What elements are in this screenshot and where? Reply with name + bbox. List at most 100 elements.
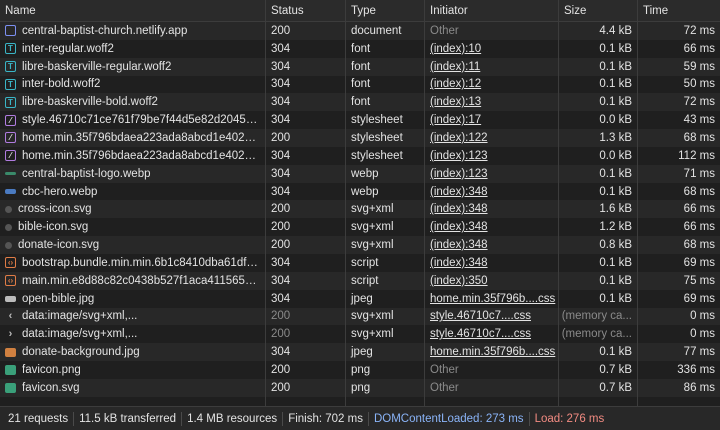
request-name-cell[interactable]: favicon.png bbox=[0, 361, 266, 379]
table-row[interactable]: open-bible.jpg 304 jpeg home.min.35f796b… bbox=[0, 289, 720, 308]
request-name-cell[interactable]: Tinter-regular.woff2 bbox=[0, 39, 266, 58]
request-name-cell[interactable]: central-baptist-church.netlify.app bbox=[0, 22, 266, 40]
request-size: 1.2 kB bbox=[559, 218, 638, 237]
favicon-icon bbox=[5, 364, 16, 375]
logo-image-icon bbox=[5, 172, 16, 176]
initiator-link[interactable]: (index):10 bbox=[430, 43, 481, 55]
request-type: font bbox=[346, 75, 425, 94]
request-type: png bbox=[346, 378, 425, 397]
jpeg-orange-icon bbox=[5, 347, 16, 357]
request-size: 0.1 kB bbox=[559, 57, 638, 76]
request-name-cell[interactable]: ⁄ home.min.35f796bdaea223ada8abcd1e402d2e… bbox=[0, 146, 266, 165]
request-name: libre-baskerville-bold.woff2 bbox=[22, 96, 158, 109]
initiator-text: Other bbox=[430, 24, 459, 37]
font-icon: T bbox=[5, 96, 16, 108]
request-size: 1.6 kB bbox=[559, 200, 638, 219]
initiator-link[interactable]: home.min.35f796b....css bbox=[430, 293, 555, 305]
table-row[interactable]: favicon.svg 200 png Other 0.7 kB 86 ms bbox=[0, 378, 720, 397]
table-row[interactable]: favicon.png 200 png Other 0.7 kB 336 ms bbox=[0, 361, 720, 379]
request-status: 200 bbox=[266, 218, 346, 237]
font-icon: T bbox=[5, 43, 16, 55]
table-row[interactable]: donate-background.jpg 304 jpeg home.min.… bbox=[0, 343, 720, 362]
request-size: 0.1 kB bbox=[559, 75, 638, 94]
jpeg-icon bbox=[5, 295, 16, 302]
initiator-link[interactable]: (index):123 bbox=[430, 168, 488, 180]
request-status: 200 bbox=[266, 361, 346, 379]
initiator-link[interactable]: (index):350 bbox=[430, 275, 488, 287]
request-name: libre-baskerville-regular.woff2 bbox=[22, 60, 172, 73]
initiator-link[interactable]: (index):123 bbox=[430, 150, 488, 162]
request-size: 0.8 kB bbox=[559, 236, 638, 254]
request-size: 0.0 kB bbox=[559, 146, 638, 165]
request-name-cell[interactable]: Tlibre-baskerville-bold.woff2 bbox=[0, 93, 266, 112]
initiator-link[interactable]: home.min.35f796b....css bbox=[430, 346, 555, 358]
table-row[interactable]: Tlibre-baskerville-regular.woff2 304 fon… bbox=[0, 57, 720, 76]
request-name-cell[interactable]: open-bible.jpg bbox=[0, 289, 266, 308]
column-header-size[interactable]: Size bbox=[559, 0, 638, 21]
initiator-link[interactable]: (index):348 bbox=[430, 186, 488, 198]
request-size: 4.4 kB bbox=[559, 22, 638, 40]
request-name-cell[interactable]: central-baptist-logo.webp bbox=[0, 164, 266, 183]
request-time: 86 ms bbox=[683, 381, 715, 394]
request-status: 200 bbox=[266, 236, 346, 254]
request-name-cell[interactable]: donate-icon.svg bbox=[0, 236, 266, 254]
request-name-cell[interactable]: cbc-hero.webp bbox=[0, 182, 266, 201]
request-name: home.min.35f796bdaea223ada8abcd1e402d2ef… bbox=[22, 149, 260, 162]
table-row[interactable]: ‹ data:image/svg+xml,... 200 svg+xml styl… bbox=[0, 307, 720, 326]
request-name-cell[interactable]: Tlibre-baskerville-regular.woff2 bbox=[0, 57, 266, 76]
column-header-status[interactable]: Status bbox=[266, 0, 346, 21]
request-name-cell[interactable]: ⁄ home.min.35f796bdaea223ada8abcd1e402d2e… bbox=[0, 129, 266, 147]
table-row[interactable]: ‹› bootstrap.bundle.min.min.6b1c8410dba61… bbox=[0, 253, 720, 272]
request-status: 200 bbox=[266, 325, 346, 344]
column-header-name[interactable]: Name bbox=[0, 0, 266, 21]
table-row[interactable]: central-baptist-logo.webp 304 webp (inde… bbox=[0, 164, 720, 183]
table-row[interactable]: ⁄ home.min.35f796bdaea223ada8abcd1e402d2e… bbox=[0, 146, 720, 165]
table-row[interactable]: ‹› main.min.e8d88c82c0438b527f1aca4115652… bbox=[0, 271, 720, 290]
initiator-link[interactable]: (index):11 bbox=[430, 61, 480, 73]
request-type: jpeg bbox=[346, 289, 425, 308]
request-status: 304 bbox=[266, 271, 346, 290]
initiator-link[interactable]: (index):348 bbox=[430, 239, 488, 251]
table-row[interactable]: Tinter-regular.woff2 304 font (index):10… bbox=[0, 39, 720, 58]
request-name-cell[interactable]: bible-icon.svg bbox=[0, 218, 266, 237]
table-row[interactable]: ⁄ style.46710c71ce761f79be7f44d5e82d20454… bbox=[0, 111, 720, 130]
request-name-cell[interactable]: ‹› main.min.e8d88c82c0438b527f1aca4115652… bbox=[0, 271, 266, 290]
initiator-link[interactable]: (index):348 bbox=[430, 221, 488, 233]
request-name-cell[interactable]: ⁄ style.46710c71ce761f79be7f44d5e82d20454… bbox=[0, 111, 266, 130]
request-name-cell[interactable]: ‹ data:image/svg+xml,... bbox=[0, 307, 266, 326]
initiator-link[interactable]: (index):122 bbox=[430, 132, 488, 144]
table-row[interactable]: ⁄ home.min.35f796bdaea223ada8abcd1e402d2e… bbox=[0, 129, 720, 147]
initiator-link[interactable]: style.46710c7....css bbox=[430, 310, 531, 322]
initiator-link[interactable]: (index):12 bbox=[430, 78, 481, 90]
initiator-link[interactable]: style.46710c7....css bbox=[430, 328, 531, 340]
request-time: 71 ms bbox=[683, 167, 715, 180]
request-name-cell[interactable]: favicon.svg bbox=[0, 378, 266, 397]
column-header-initiator[interactable]: Initiator bbox=[425, 0, 559, 21]
table-row[interactable]: Tinter-bold.woff2 304 font (index):12 0.… bbox=[0, 75, 720, 94]
initiator-link[interactable]: (index):348 bbox=[430, 257, 488, 269]
column-header-type[interactable]: Type bbox=[346, 0, 425, 21]
initiator-link[interactable]: (index):348 bbox=[430, 203, 488, 215]
table-row[interactable]: cbc-hero.webp 304 webp (index):348 0.1 k… bbox=[0, 182, 720, 201]
request-name-cell[interactable]: › data:image/svg+xml,... bbox=[0, 325, 266, 344]
request-type: jpeg bbox=[346, 343, 425, 362]
request-name: cbc-hero.webp bbox=[22, 185, 98, 198]
request-name-cell[interactable]: Tinter-bold.woff2 bbox=[0, 75, 266, 94]
initiator-link[interactable]: (index):17 bbox=[430, 114, 481, 126]
document-icon bbox=[5, 25, 16, 37]
table-row[interactable]: bible-icon.svg 200 svg+xml (index):348 1… bbox=[0, 218, 720, 237]
table-row[interactable]: › data:image/svg+xml,... 200 svg+xml styl… bbox=[0, 325, 720, 344]
table-row[interactable]: cross-icon.svg 200 svg+xml (index):348 1… bbox=[0, 200, 720, 219]
request-name-cell[interactable]: ‹› bootstrap.bundle.min.min.6b1c8410dba61… bbox=[0, 253, 266, 272]
request-name-cell[interactable]: donate-background.jpg bbox=[0, 343, 266, 362]
request-name-cell[interactable]: cross-icon.svg bbox=[0, 200, 266, 219]
chevron-left-icon: ‹ bbox=[8, 310, 13, 323]
request-time: 0 ms bbox=[690, 328, 715, 341]
column-header-time[interactable]: Time bbox=[638, 0, 720, 21]
table-row[interactable]: donate-icon.svg 200 svg+xml (index):348 … bbox=[0, 236, 720, 254]
stylesheet-icon: ⁄ bbox=[5, 150, 16, 162]
initiator-link[interactable]: (index):13 bbox=[430, 96, 481, 108]
table-row[interactable]: central-baptist-church.netlify.app 200 d… bbox=[0, 22, 720, 40]
table-row[interactable]: Tlibre-baskerville-bold.woff2 304 font (… bbox=[0, 93, 720, 112]
font-icon: T bbox=[5, 61, 16, 73]
